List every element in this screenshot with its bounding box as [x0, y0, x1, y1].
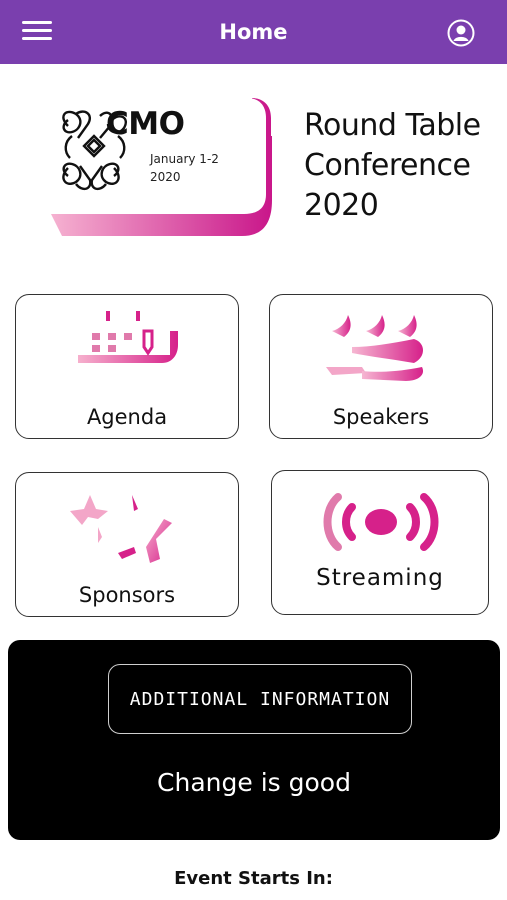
- page-title: Home: [219, 20, 288, 44]
- conference-title: Round Table Conference 2020: [304, 106, 494, 226]
- hamburger-menu-icon[interactable]: [22, 21, 52, 43]
- agenda-label: Agenda: [86, 405, 168, 429]
- additional-information-button[interactable]: ADDITIONAL INFORMATION: [108, 664, 412, 734]
- streaming-tile[interactable]: Streaming: [271, 470, 489, 615]
- calendar-icon: [78, 311, 178, 363]
- conference-title-line-2: Conference: [304, 148, 471, 183]
- event-dates-text: January 1-2: [150, 152, 219, 166]
- tagline-text: Change is good: [157, 768, 351, 797]
- app-bar: Home: [0, 0, 507, 64]
- streaming-label: Streaming: [316, 565, 444, 591]
- broadcast-icon: [323, 493, 439, 551]
- star-icon: [70, 495, 172, 563]
- event-brand-name: CMO: [106, 106, 185, 142]
- countdown-label: Event Starts In:: [174, 868, 333, 889]
- speakers-tile[interactable]: Speakers: [269, 294, 493, 439]
- additional-info-panel: ADDITIONAL INFORMATION Change is good: [8, 640, 500, 840]
- event-year-text: 2020: [150, 170, 181, 184]
- agenda-tile[interactable]: Agenda: [15, 294, 239, 439]
- conference-title-line-3: 2020: [304, 188, 379, 223]
- speakers-label: Speakers: [332, 405, 430, 429]
- sponsors-tile[interactable]: Sponsors: [15, 472, 239, 617]
- conference-title-line-1: Round Table: [304, 108, 481, 143]
- event-dates: January 1-2 2020: [150, 150, 230, 186]
- user-circle-icon[interactable]: [447, 19, 475, 47]
- speakers-icon: [326, 315, 424, 381]
- sponsors-label: Sponsors: [78, 583, 176, 607]
